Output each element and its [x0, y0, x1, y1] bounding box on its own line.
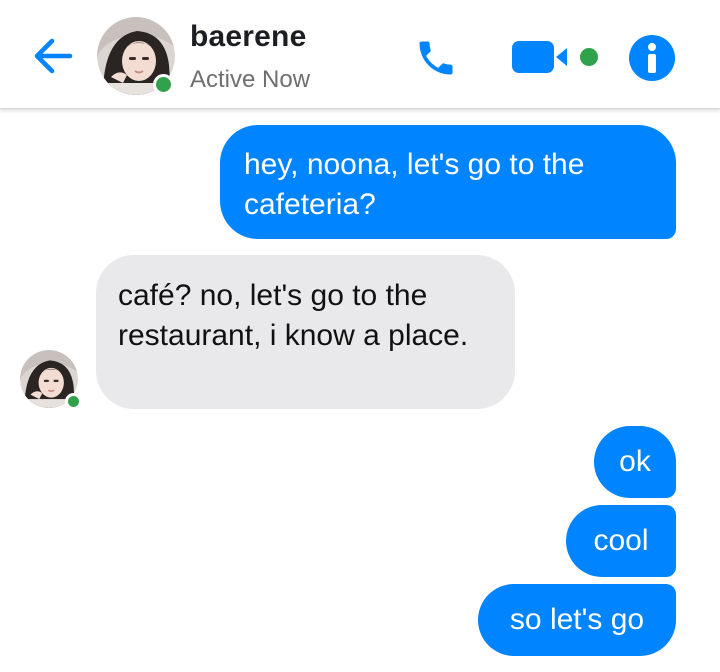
back-arrow-icon[interactable]: [30, 34, 76, 78]
conversation-header: baerene Active Now: [0, 0, 720, 109]
info-icon[interactable]: [628, 34, 676, 82]
sender-avatar[interactable]: [20, 350, 82, 410]
message-bubble-outgoing[interactable]: cool: [566, 505, 676, 577]
message-bubble-outgoing[interactable]: hey, noona, let's go to the cafeteria?: [220, 125, 676, 239]
message-bubble-outgoing[interactable]: so let's go: [478, 584, 676, 656]
online-status-dot: [153, 74, 174, 95]
active-status: Active Now: [190, 66, 311, 93]
message-bubble-outgoing[interactable]: ok: [594, 426, 676, 498]
video-camera-icon[interactable]: [512, 38, 602, 76]
contact-avatar[interactable]: [97, 17, 175, 95]
message-bubble-incoming[interactable]: café? no, let's go to the restaurant, i …: [96, 255, 515, 409]
online-status-dot: [65, 393, 82, 410]
contact-name[interactable]: baerene: [190, 20, 306, 54]
phone-icon[interactable]: [414, 36, 458, 80]
